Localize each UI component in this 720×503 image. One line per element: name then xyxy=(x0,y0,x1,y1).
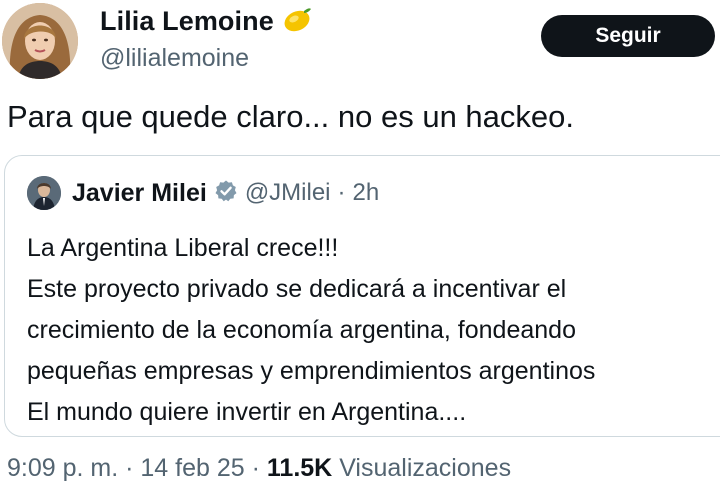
quoted-author-name: Javier Milei xyxy=(72,178,207,207)
views-count: 11.5K xyxy=(266,454,333,482)
quoted-text-line: Este proyecto privado se dedicará a ince… xyxy=(27,275,567,303)
follow-button[interactable]: Seguir xyxy=(541,15,715,57)
quoted-tweet[interactable]: Javier Milei @JMilei · 2h La Argentina L… xyxy=(4,155,720,437)
dot-separator: · xyxy=(125,454,134,482)
verified-badge-icon xyxy=(214,179,238,208)
tweet-text: Para que quede claro... no es un hackeo. xyxy=(7,99,575,134)
views-label: Visualizaciones xyxy=(339,454,512,482)
quoted-author-photo-icon xyxy=(27,176,61,210)
tweet-time[interactable]: 9:09 p. m. xyxy=(7,454,118,482)
quoted-avatar xyxy=(27,176,61,210)
dot-separator: · xyxy=(337,179,346,206)
quoted-tweet-header: Javier Milei @JMilei · 2h xyxy=(27,176,379,210)
dot-separator: · xyxy=(251,454,260,482)
author-name-row: Lilia Lemoine xyxy=(100,6,312,37)
tweet-date[interactable]: 14 feb 25 xyxy=(140,454,244,482)
author-photo-icon xyxy=(2,3,78,79)
quoted-author-handle: @JMilei xyxy=(244,179,331,206)
quoted-text-line: pequeñas empresas y emprendimientos arge… xyxy=(27,357,596,385)
quoted-text-line: El mundo quiere invertir en Argentina...… xyxy=(27,398,467,426)
author-handle[interactable]: @lilialemoine xyxy=(100,44,249,73)
lemon-icon xyxy=(282,6,312,37)
avatar[interactable] xyxy=(2,3,78,79)
quoted-text-line: La Argentina Liberal crece!!! xyxy=(27,234,339,262)
author-name[interactable]: Lilia Lemoine xyxy=(100,6,274,37)
tweet-meta: 9:09 p. m. · 14 feb 25 · 11.5K Visualiza… xyxy=(7,454,511,483)
tweet-detail: Lilia Lemoine @lilialemoine Seguir Para … xyxy=(0,0,720,503)
quoted-text-line: crecimiento de la economía argentina, fo… xyxy=(27,316,576,344)
quoted-tweet-text: La Argentina Liberal crece!!! Este proye… xyxy=(27,228,595,433)
quoted-timestamp: 2h xyxy=(352,179,380,206)
